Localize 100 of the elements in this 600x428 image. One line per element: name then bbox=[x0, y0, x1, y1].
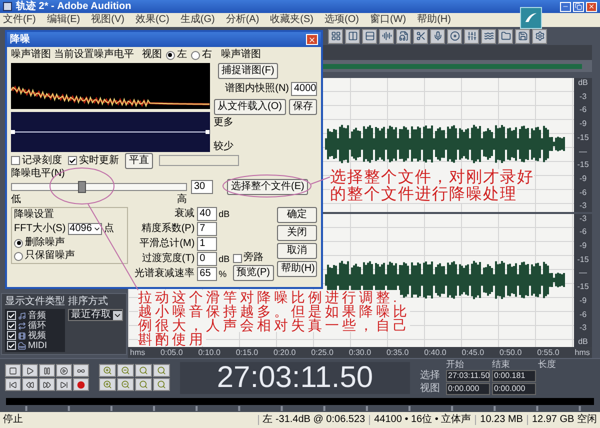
more-label: 更多 bbox=[214, 118, 234, 128]
toolbar-button[interactable] bbox=[345, 28, 360, 44]
toolbar-button[interactable] bbox=[379, 28, 394, 44]
toolbar-button[interactable] bbox=[481, 28, 496, 44]
toolbar-button[interactable] bbox=[447, 28, 462, 44]
menu-item[interactable]: 视图(V) bbox=[91, 15, 124, 25]
menu-item[interactable]: 生成(G) bbox=[180, 15, 215, 25]
button[interactable]: 从文件载入(O) bbox=[214, 99, 286, 115]
checkbox[interactable] bbox=[68, 156, 77, 165]
menu-item[interactable]: 选项(O) bbox=[324, 15, 359, 25]
toolbar-button[interactable] bbox=[515, 28, 530, 44]
time-ruler: hms 0:05.0 0:10.0 0:15.0 0:20.0 0:25.0 0:30.0 0:35.0 0:40.0 0:45.0 0:50.0 0:55.0 hms bbox=[128, 347, 592, 358]
menu-item[interactable]: 效果(C) bbox=[135, 15, 170, 25]
checkbox-label: 旁路 bbox=[244, 253, 264, 263]
radio-button[interactable] bbox=[14, 238, 23, 248]
close-button[interactable] bbox=[306, 34, 318, 45]
zoom-out-icon bbox=[121, 366, 130, 375]
radio-button[interactable] bbox=[190, 50, 200, 60]
row-label: 视图 bbox=[420, 384, 441, 394]
play-icon bbox=[26, 366, 34, 374]
rows-icon bbox=[364, 31, 374, 41]
time-field[interactable]: 0:00.000 bbox=[492, 383, 536, 395]
toolbar-button[interactable] bbox=[413, 28, 428, 44]
less-label: 较少 bbox=[214, 142, 234, 152]
button[interactable]: 平直 bbox=[125, 152, 153, 168]
zoom-button[interactable] bbox=[117, 378, 134, 391]
toolbar-button[interactable] bbox=[532, 28, 547, 44]
time-field[interactable]: 0:00.000 bbox=[446, 383, 490, 395]
checkbox[interactable] bbox=[232, 254, 242, 262]
close-button[interactable] bbox=[586, 2, 597, 12]
zoom-button[interactable] bbox=[117, 364, 134, 377]
zoom-button[interactable] bbox=[99, 364, 116, 377]
zoom-button[interactable] bbox=[135, 364, 152, 377]
time-field[interactable]: 0:00.181 bbox=[492, 370, 536, 382]
menu-item[interactable]: 文件(F) bbox=[3, 15, 36, 25]
input-field[interactable]: 1 bbox=[196, 237, 217, 251]
menu-item[interactable]: 收藏夹(S) bbox=[270, 15, 314, 25]
sliders-icon bbox=[466, 31, 476, 41]
minimize-button[interactable] bbox=[560, 2, 571, 12]
zoom-button[interactable] bbox=[153, 364, 170, 377]
toolbar-button[interactable] bbox=[430, 28, 445, 44]
toolbar-button[interactable] bbox=[396, 28, 411, 44]
menu-item[interactable]: 帮助(H) bbox=[417, 15, 451, 25]
zoom-button[interactable] bbox=[135, 378, 152, 391]
transport-button[interactable] bbox=[5, 378, 21, 391]
menu-item[interactable]: 分析(A) bbox=[226, 15, 260, 25]
transport-button[interactable] bbox=[73, 378, 89, 391]
input-field[interactable]: 65 bbox=[196, 267, 217, 281]
input-field[interactable]: 0 bbox=[196, 252, 217, 266]
button[interactable]: 预览(P) bbox=[232, 265, 274, 281]
transport-button[interactable] bbox=[22, 364, 38, 377]
transport-button[interactable] bbox=[56, 364, 72, 377]
status-panel: 左 -31.4dB @ 0:06.523 bbox=[258, 415, 366, 425]
field-label: 光谱衰减速率 bbox=[134, 269, 195, 279]
transport-button[interactable] bbox=[73, 364, 89, 377]
zoom-button[interactable] bbox=[99, 378, 116, 391]
button[interactable]: 选择整个文件(E) bbox=[227, 179, 308, 195]
menu-item[interactable]: 编辑(E) bbox=[46, 15, 80, 25]
input-field[interactable]: 40 bbox=[196, 207, 217, 221]
input-field[interactable]: 30 bbox=[191, 180, 213, 194]
search-icon bbox=[139, 380, 148, 389]
toolbar-button[interactable] bbox=[498, 28, 513, 44]
logo-icon bbox=[520, 7, 542, 29]
button[interactable]: 关闭 bbox=[277, 225, 317, 241]
toolbar-button[interactable] bbox=[328, 28, 343, 44]
zoom-button[interactable] bbox=[153, 378, 170, 391]
button[interactable]: 保存 bbox=[289, 99, 317, 115]
slider-thumb[interactable] bbox=[78, 181, 86, 193]
transport-button[interactable] bbox=[39, 378, 55, 391]
radio-button[interactable] bbox=[166, 50, 175, 60]
db-scale-label: dB bbox=[578, 338, 588, 346]
button[interactable]: 捕捉谱图(F) bbox=[218, 63, 278, 79]
scale-label: 高 bbox=[177, 195, 187, 205]
transport-button[interactable] bbox=[22, 378, 38, 391]
input-field[interactable]: 4000 bbox=[291, 82, 317, 96]
zoom-in-icon bbox=[103, 366, 112, 375]
column-header: 长度 bbox=[538, 360, 557, 369]
skip-forward-icon bbox=[60, 380, 68, 388]
column-header: 结束 bbox=[492, 360, 511, 369]
transport-button[interactable] bbox=[56, 378, 72, 391]
status-panel: 12.97 GB 空闲 bbox=[526, 415, 597, 425]
transport-button[interactable] bbox=[5, 364, 21, 377]
button[interactable]: 取消 bbox=[277, 243, 317, 259]
input-field[interactable]: 7 bbox=[196, 222, 217, 236]
button[interactable]: 帮助(H) bbox=[277, 261, 317, 277]
sort-dropdown[interactable]: 最近存取 bbox=[68, 309, 123, 321]
maximize-button[interactable] bbox=[573, 2, 584, 12]
checkbox[interactable] bbox=[11, 156, 20, 165]
radio-button[interactable] bbox=[14, 252, 23, 260]
button[interactable]: 确定 bbox=[277, 207, 317, 223]
unit-label: 点 bbox=[104, 224, 114, 234]
annotation-text: 例很大，人声会相对失真一些，自己 bbox=[138, 318, 410, 332]
fft-size-dropdown[interactable]: 4096 bbox=[68, 223, 102, 235]
toolbar-button[interactable] bbox=[362, 28, 377, 44]
time-field[interactable]: 27:03:11.50 bbox=[446, 370, 490, 382]
toolbar-button[interactable] bbox=[464, 28, 479, 44]
menu-item[interactable]: 窗口(W) bbox=[370, 15, 406, 25]
transport-button[interactable] bbox=[39, 364, 55, 377]
search-icon bbox=[139, 366, 148, 375]
checkbox-label: 实时更新 bbox=[79, 156, 119, 166]
